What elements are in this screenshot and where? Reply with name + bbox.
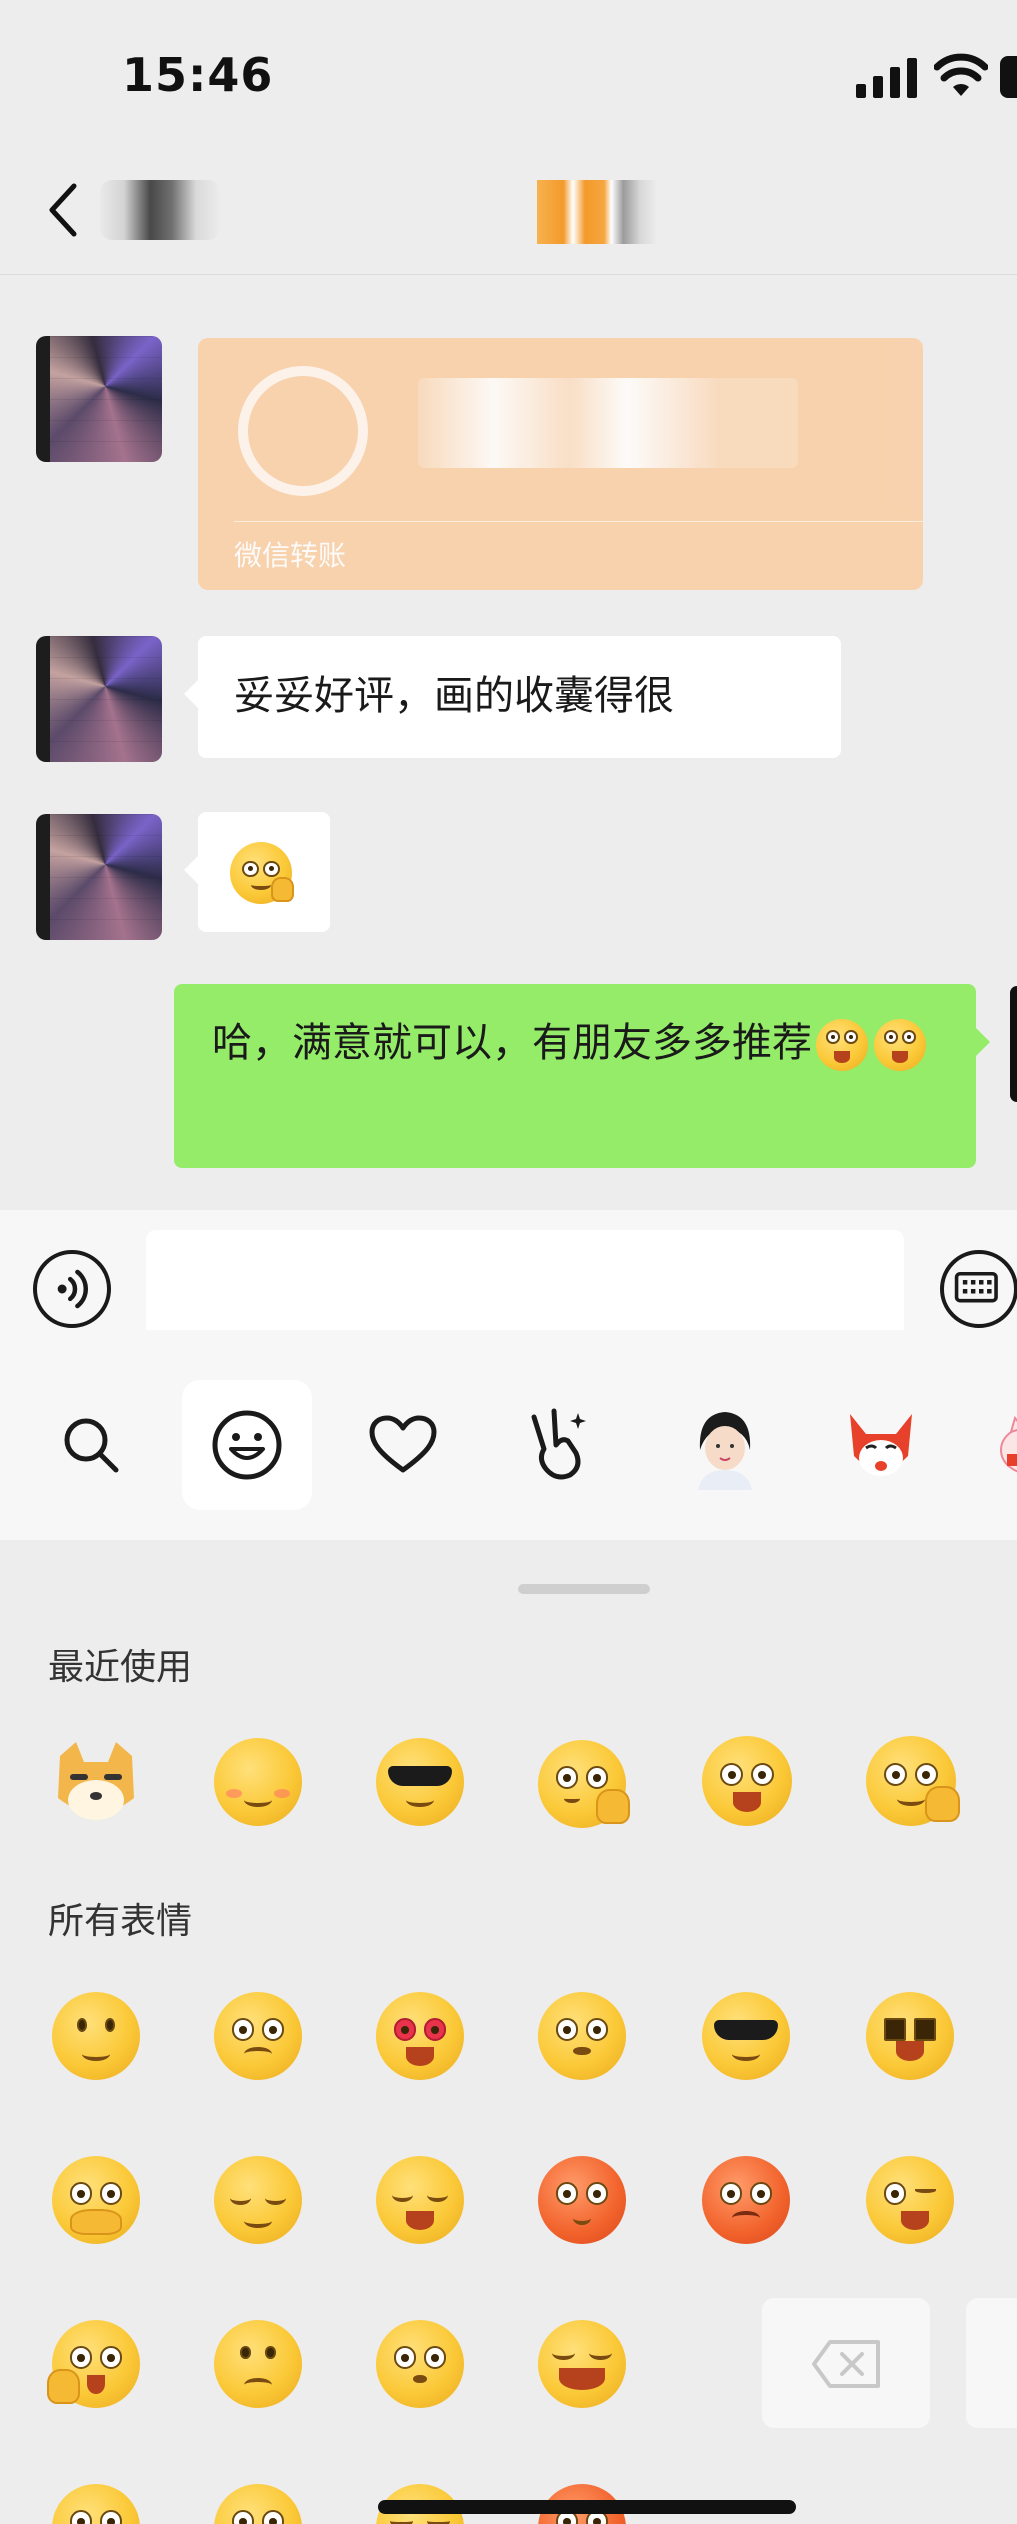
chat-title-pixelated bbox=[537, 180, 657, 244]
send-button[interactable] bbox=[966, 2298, 1017, 2428]
sticker-tabs bbox=[0, 1330, 1017, 1540]
incoming-emoji-bubble[interactable] bbox=[184, 812, 330, 932]
cry-emoji[interactable] bbox=[866, 1992, 954, 2080]
doge-emoji[interactable] bbox=[50, 1736, 142, 1828]
heart-eyes-emoji[interactable] bbox=[376, 1992, 464, 2080]
angry-emoji[interactable] bbox=[702, 2156, 790, 2244]
shush-emoji[interactable] bbox=[52, 2156, 140, 2244]
tears-emoji[interactable] bbox=[376, 2156, 464, 2244]
chat-header bbox=[0, 150, 1017, 275]
smile-emoji[interactable] bbox=[52, 1992, 140, 2080]
sticker-pack-girl-icon bbox=[698, 1412, 752, 1490]
tab-search[interactable] bbox=[26, 1380, 156, 1510]
status-bar: 15:46 bbox=[0, 0, 1017, 150]
transfer-divider bbox=[234, 521, 923, 522]
cool-emoji[interactable] bbox=[702, 1992, 790, 2080]
tab-favorites[interactable] bbox=[338, 1380, 468, 1510]
heart-icon bbox=[369, 1415, 437, 1473]
voice-icon bbox=[57, 1269, 88, 1309]
salute-emoji[interactable] bbox=[866, 1736, 960, 1826]
transfer-label: 微信转账 bbox=[234, 539, 347, 572]
voice-input-button[interactable] bbox=[33, 1250, 111, 1328]
embarrassed-emoji[interactable] bbox=[538, 2156, 626, 2244]
doge-icon bbox=[58, 1742, 134, 1820]
section-title-all: 所有表情 bbox=[48, 1901, 193, 1942]
sleepy-emoji[interactable] bbox=[214, 2156, 302, 2244]
keyboard-button[interactable] bbox=[940, 1250, 1017, 1328]
surprised-emoji[interactable] bbox=[46, 2320, 140, 2408]
search-icon bbox=[64, 1418, 119, 1473]
emoji-icon bbox=[212, 1410, 282, 1480]
sticker-pack-cat-icon bbox=[1000, 1415, 1017, 1473]
transfer-icon bbox=[238, 366, 368, 496]
tab-emoji[interactable] bbox=[182, 1380, 312, 1510]
contact-avatar[interactable] bbox=[36, 336, 162, 462]
wow-emoji[interactable] bbox=[702, 1736, 792, 1826]
battery-icon bbox=[1000, 56, 1017, 98]
tongue-out-emoji-icon bbox=[874, 1019, 926, 1071]
outgoing-message-bubble[interactable]: 哈，满意就可以，有朋友多多推荐 bbox=[174, 984, 990, 1168]
shocked-emoji[interactable] bbox=[52, 2484, 140, 2524]
salute-emoji-icon bbox=[230, 842, 295, 904]
transfer-amount-pixelated bbox=[418, 378, 798, 468]
tab-sticker-pack-1[interactable] bbox=[660, 1380, 790, 1510]
transfer-card[interactable]: 微信转账 bbox=[198, 338, 923, 590]
message-text: 哈，满意就可以，有朋友多多推荐 bbox=[212, 1012, 938, 1074]
cool-emoji[interactable] bbox=[376, 1738, 464, 1826]
home-indicator bbox=[378, 2500, 796, 2514]
delete-button[interactable] bbox=[762, 2298, 930, 2428]
blush-emoji[interactable] bbox=[214, 1738, 302, 1826]
wink-emoji[interactable] bbox=[866, 2156, 954, 2244]
sticker-pack-fox-icon bbox=[850, 1414, 912, 1476]
tab-gestures[interactable] bbox=[494, 1380, 624, 1510]
self-avatar-edge bbox=[1010, 986, 1017, 1102]
sad-emoji[interactable] bbox=[214, 2320, 302, 2408]
tab-sticker-pack-2[interactable] bbox=[816, 1380, 946, 1510]
contact-avatar[interactable] bbox=[36, 814, 162, 940]
contact-avatar[interactable] bbox=[36, 636, 162, 762]
section-title-recent: 最近使用 bbox=[48, 1647, 193, 1688]
frown-emoji[interactable] bbox=[538, 1992, 626, 2080]
wifi-icon bbox=[934, 53, 988, 96]
signal-icon bbox=[856, 58, 917, 98]
laugh-cry-emoji[interactable] bbox=[538, 2320, 626, 2408]
victory-hand-icon bbox=[531, 1408, 586, 1480]
message-text-content: 哈，满意就可以，有朋友多多推荐 bbox=[212, 1020, 812, 1066]
pensive-emoji[interactable] bbox=[214, 2484, 302, 2524]
confused-emoji[interactable] bbox=[538, 1740, 630, 1828]
incoming-message-bubble[interactable]: 妥妥好评，画的收囊得很 bbox=[184, 636, 841, 758]
keyboard-icon bbox=[954, 1271, 998, 1303]
tongue-out-emoji-icon bbox=[816, 1019, 868, 1071]
status-time: 15:46 bbox=[122, 48, 274, 102]
worried-emoji[interactable] bbox=[214, 1992, 302, 2080]
tab-sticker-pack-3[interactable] bbox=[960, 1380, 1017, 1510]
message-text: 妥妥好评，画的收囊得很 bbox=[234, 673, 674, 719]
back-label-pixelated[interactable] bbox=[100, 180, 220, 240]
emoji-panel: 最近使用 所有表情 bbox=[0, 1540, 1017, 2524]
backspace-icon bbox=[812, 2340, 880, 2388]
panel-drag-handle[interactable] bbox=[518, 1584, 650, 1594]
awkward-emoji[interactable] bbox=[376, 2320, 464, 2408]
back-icon[interactable] bbox=[44, 180, 84, 240]
